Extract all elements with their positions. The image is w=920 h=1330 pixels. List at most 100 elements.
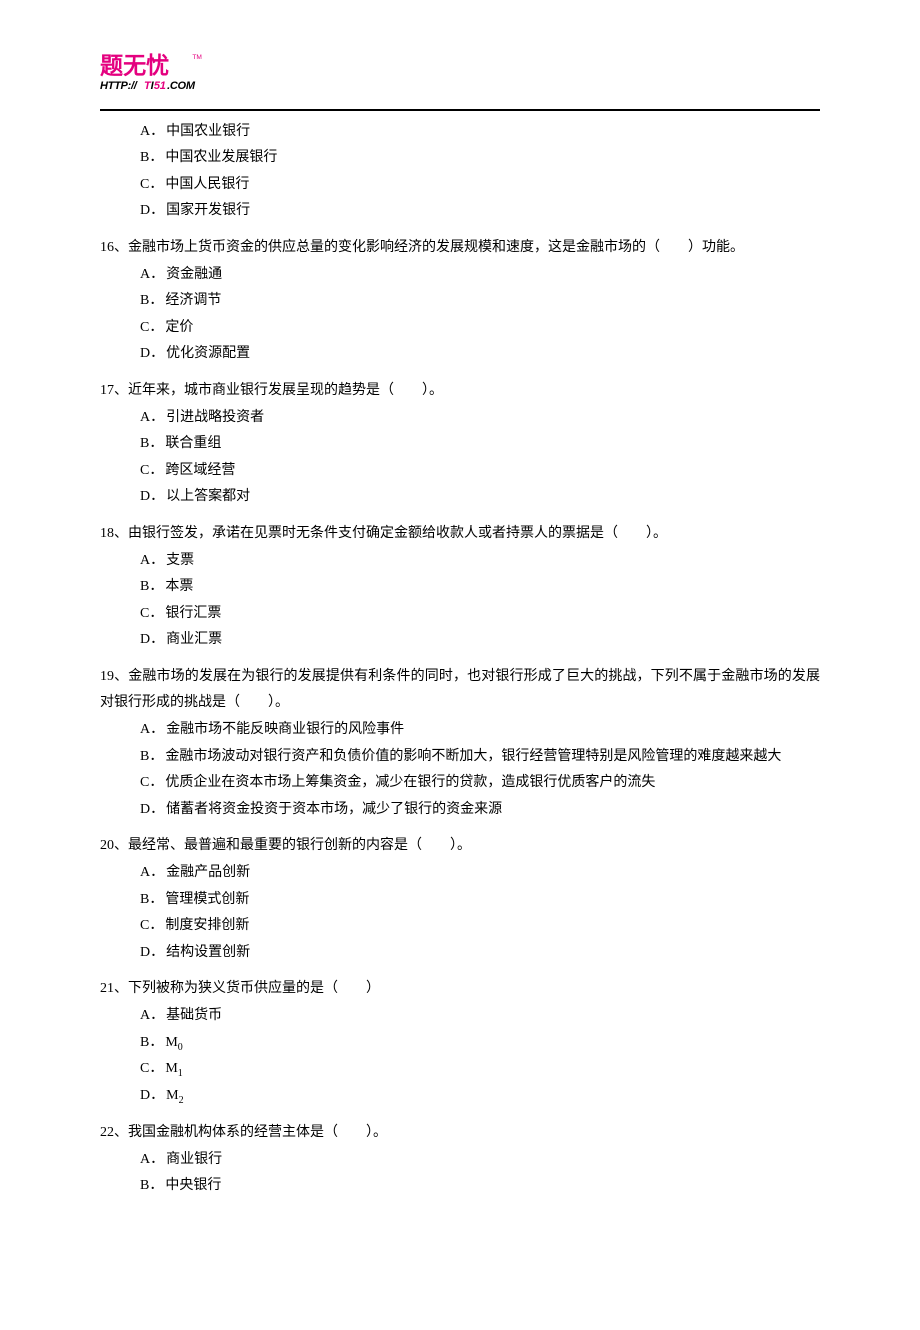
option-text: 优质企业在资本市场上筹集资金，减少在银行的贷款，造成银行优质客户的流失 [165,775,655,790]
option-letter: B． [140,892,163,907]
question-15-continued: A．中国农业银行 B．中国农业发展银行 C．中国人民银行 D．国家开发银行 [100,119,820,225]
question-21: 21、下列被称为狭义货币供应量的是（ ） A．基础货币 B．M0 C．M1 D．… [100,976,820,1110]
question-stem: 16、金融市场上货币资金的供应总量的变化影响经济的发展规模和速度，这是金融市场的… [100,235,820,262]
option-letter: A． [140,722,164,737]
option-text: 定价 [165,320,193,335]
option-letter: D． [140,802,164,817]
option-item: D．国家开发银行 [140,198,820,225]
option-item: B．联合重组 [140,431,820,458]
option-text: 本票 [165,579,193,594]
option-item: C．定价 [140,315,820,342]
option-item: A．引进战略投资者 [140,405,820,432]
question-19: 19、金融市场的发展在为银行的发展提供有利条件的同时，也对银行形成了巨大的挑战，… [100,664,820,824]
option-letter: D． [140,632,164,647]
option-letter: B． [140,1035,163,1050]
option-item: C．优质企业在资本市场上筹集资金，减少在银行的贷款，造成银行优质客户的流失 [140,770,820,797]
option-letter: D． [140,1088,164,1103]
option-text: 中国人民银行 [165,177,249,192]
option-text: 基础货币 [166,1008,222,1023]
option-item: C．跨区域经营 [140,458,820,485]
option-text: M [165,1061,177,1076]
option-letter: B． [140,579,163,594]
option-letter: C． [140,1061,163,1076]
option-letter: B． [140,150,163,165]
question-17: 17、近年来，城市商业银行发展呈现的趋势是（ ）。 A．引进战略投资者 B．联合… [100,378,820,511]
option-letter: A． [140,1152,164,1167]
option-text: 金融市场不能反映商业银行的风险事件 [166,722,404,737]
option-text: M [165,1035,177,1050]
logo-svg: 题无忧 TM HTTP:// T I 51 .COM [100,50,210,95]
option-item: D．商业汇票 [140,627,820,654]
option-letter: C． [140,320,163,335]
option-letter: B． [140,293,163,308]
option-text: 储蓄者将资金投资于资本市场，减少了银行的资金来源 [166,802,502,817]
svg-text:.COM: .COM [167,80,196,92]
option-item: A．金融市场不能反映商业银行的风险事件 [140,717,820,744]
option-text: 金融产品创新 [166,865,250,880]
logo-tm: TM [192,54,202,61]
option-letter: A． [140,553,164,568]
option-letter: B． [140,1178,163,1193]
question-stem: 22、我国金融机构体系的经营主体是（ ）。 [100,1120,820,1147]
question-16: 16、金融市场上货币资金的供应总量的变化影响经济的发展规模和速度，这是金融市场的… [100,235,820,368]
option-letter: C． [140,606,163,621]
question-20: 20、最经常、最普遍和最重要的银行创新的内容是（ ）。 A．金融产品创新 B．管… [100,833,820,966]
option-text: 支票 [166,553,194,568]
option-text: 商业汇票 [166,632,222,647]
option-item: C．银行汇票 [140,601,820,628]
option-item: B．管理模式创新 [140,887,820,914]
option-letter: A． [140,267,164,282]
option-item: A．商业银行 [140,1147,820,1174]
question-18: 18、由银行签发，承诺在见票时无条件支付确定金额给收款人或者持票人的票据是（ ）… [100,521,820,654]
option-letter: A． [140,124,164,139]
option-letter: D． [140,346,164,361]
option-letter: D． [140,945,164,960]
option-item: B．中央银行 [140,1173,820,1200]
option-item: D．结构设置创新 [140,940,820,967]
question-stem: 18、由银行签发，承诺在见票时无条件支付确定金额给收款人或者持票人的票据是（ ）… [100,521,820,548]
option-item: C．M1 [140,1056,820,1083]
option-item: B．本票 [140,574,820,601]
option-letter: C． [140,177,163,192]
option-letter: D． [140,489,164,504]
question-stem: 21、下列被称为狭义货币供应量的是（ ） [100,976,820,1003]
question-stem: 19、金融市场的发展在为银行的发展提供有利条件的同时，也对银行形成了巨大的挑战，… [100,664,820,717]
option-item: B．M0 [140,1030,820,1057]
option-item: A．基础货币 [140,1003,820,1030]
option-item: B．金融市场波动对银行资产和负债价值的影响不断加大，银行经营管理特别是风险管理的… [140,744,820,771]
option-item: D．储蓄者将资金投资于资本市场，减少了银行的资金来源 [140,797,820,824]
option-item: C．中国人民银行 [140,172,820,199]
option-text: 以上答案都对 [166,489,250,504]
option-text: 联合重组 [165,436,221,451]
question-stem: 17、近年来，城市商业银行发展呈现的趋势是（ ）。 [100,378,820,405]
option-letter: A． [140,1008,164,1023]
option-text: 金融市场波动对银行资产和负债价值的影响不断加大，银行经营管理特别是风险管理的难度… [165,749,781,764]
option-item: B．经济调节 [140,288,820,315]
option-letter: C． [140,918,163,933]
option-text: M [166,1088,178,1103]
question-22: 22、我国金融机构体系的经营主体是（ ）。 A．商业银行 B．中央银行 [100,1120,820,1200]
option-letter: D． [140,203,164,218]
option-item: A．资金融通 [140,262,820,289]
option-text: 国家开发银行 [166,203,250,218]
option-item: B．中国农业发展银行 [140,145,820,172]
option-item: D．M2 [140,1083,820,1110]
option-item: A．金融产品创新 [140,860,820,887]
option-text: 资金融通 [166,267,222,282]
option-text: 银行汇票 [165,606,221,621]
option-letter: C． [140,775,163,790]
question-stem: 20、最经常、最普遍和最重要的银行创新的内容是（ ）。 [100,833,820,860]
option-item: A．支票 [140,548,820,575]
option-text: 优化资源配置 [166,346,250,361]
option-text: 结构设置创新 [166,945,250,960]
option-subscript: 0 [178,1041,183,1052]
option-letter: B． [140,749,163,764]
logo-main-text: 题无忧 [100,53,169,79]
option-subscript: 1 [178,1068,183,1079]
svg-text:51: 51 [154,80,166,92]
site-logo: 题无忧 TM HTTP:// T I 51 .COM [100,50,820,106]
option-letter: C． [140,463,163,478]
option-subscript: 2 [179,1095,184,1106]
option-item: A．中国农业银行 [140,119,820,146]
option-text: 中国农业银行 [166,124,250,139]
